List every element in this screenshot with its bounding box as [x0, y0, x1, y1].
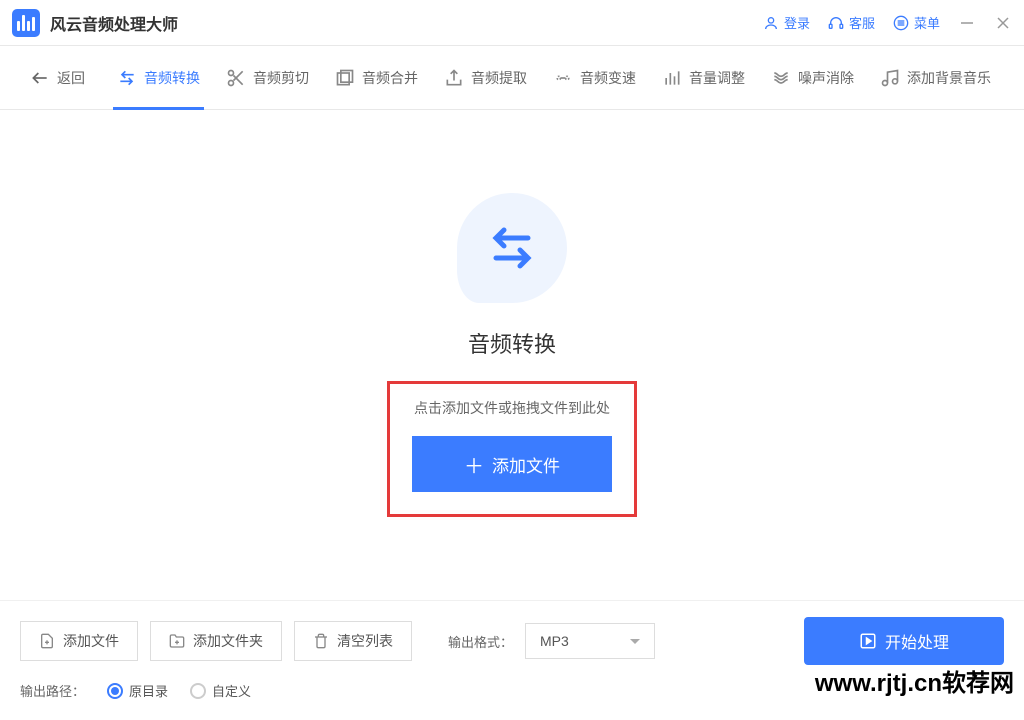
footer: 添加文件 添加文件夹 清空列表 输出格式： MP3 开始处理 输出路径： 原目录… [0, 600, 1024, 720]
radio-source-dir[interactable]: 原目录 [107, 681, 168, 700]
merge-icon [335, 68, 355, 88]
chevron-down-icon [630, 636, 640, 646]
support-button[interactable]: 客服 [828, 13, 875, 32]
file-plus-icon [39, 633, 55, 649]
login-button[interactable]: 登录 [763, 13, 810, 32]
navbar: 返回 音频转换 音频剪切 音频合并 音频提取 音频变速 音量调整 噪声消除 添加… [0, 46, 1024, 110]
menu-button[interactable]: 菜单 [893, 13, 940, 32]
radio-checked-icon [107, 683, 123, 699]
minimize-button[interactable] [958, 14, 976, 32]
radio-unchecked-icon [190, 683, 206, 699]
swap-large-icon [482, 218, 542, 278]
start-button[interactable]: 开始处理 [804, 617, 1004, 665]
output-path-label: 输出路径： [20, 681, 85, 700]
add-file-button[interactable]: 添加文件 [20, 621, 138, 661]
tab-audio-merge[interactable]: 音频合并 [323, 46, 430, 110]
plus-icon: ＋ [464, 450, 484, 479]
trash-icon [313, 633, 329, 649]
app-logo [12, 9, 40, 37]
user-icon [763, 15, 779, 31]
speed-icon [553, 68, 573, 88]
folder-plus-icon [169, 633, 185, 649]
tab-audio-cut[interactable]: 音频剪切 [214, 46, 321, 110]
format-label: 输出格式： [448, 632, 513, 651]
clear-list-button[interactable]: 清空列表 [294, 621, 412, 661]
extract-icon [444, 68, 464, 88]
upload-hint: 点击添加文件或拖拽文件到此处 [414, 398, 610, 418]
noise-icon [771, 68, 791, 88]
scissors-icon [226, 68, 246, 88]
headset-icon [828, 15, 844, 31]
main-content: 音频转换 点击添加文件或拖拽文件到此处 ＋ 添加文件 [0, 110, 1024, 600]
swap-icon [117, 68, 137, 88]
tab-audio-speed[interactable]: 音频变速 [541, 46, 648, 110]
arrow-left-icon [30, 68, 50, 88]
music-icon [880, 68, 900, 88]
play-icon [859, 632, 877, 650]
hero-title: 音频转换 [468, 327, 556, 359]
close-button[interactable] [994, 14, 1012, 32]
back-button[interactable]: 返回 [18, 46, 103, 110]
upload-box[interactable]: 点击添加文件或拖拽文件到此处 ＋ 添加文件 [387, 381, 637, 517]
tab-audio-convert[interactable]: 音频转换 [105, 46, 212, 110]
tab-volume-adjust[interactable]: 音量调整 [650, 46, 757, 110]
tab-noise-remove[interactable]: 噪声消除 [759, 46, 866, 110]
app-title: 风云音频处理大师 [50, 11, 178, 35]
tab-audio-extract[interactable]: 音频提取 [432, 46, 539, 110]
add-file-button-main[interactable]: ＋ 添加文件 [412, 436, 612, 492]
radio-custom-dir[interactable]: 自定义 [190, 681, 251, 700]
tab-add-bgm[interactable]: 添加背景音乐 [868, 46, 1003, 110]
hero-icon [457, 193, 567, 303]
watermark: www.rjtj.cn软荐网 [815, 663, 1014, 698]
add-folder-button[interactable]: 添加文件夹 [150, 621, 282, 661]
titlebar: 风云音频处理大师 登录 客服 菜单 [0, 0, 1024, 46]
bars-icon [662, 68, 682, 88]
format-select[interactable]: MP3 [525, 623, 655, 659]
menu-icon [893, 15, 909, 31]
